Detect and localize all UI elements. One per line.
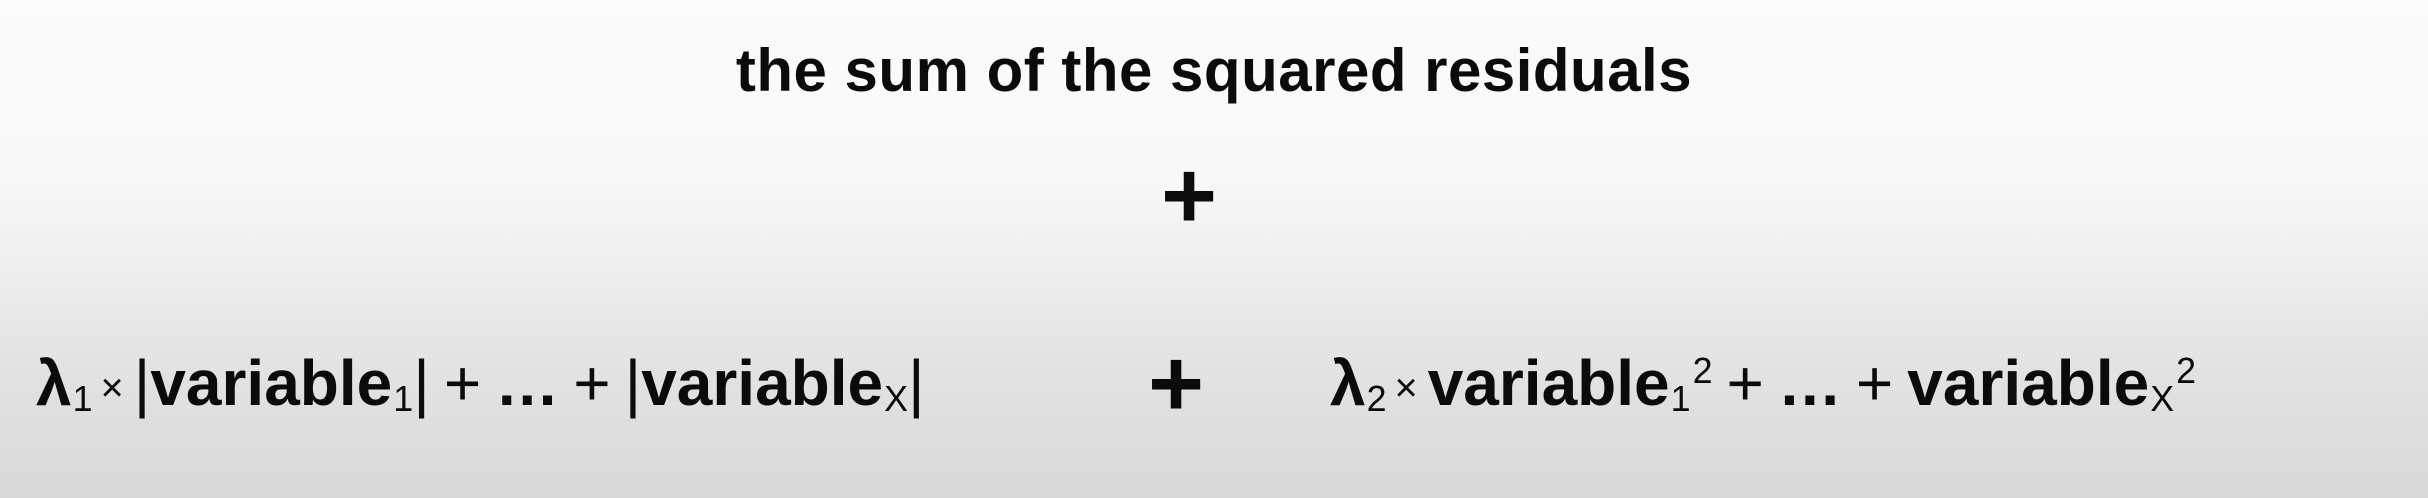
variable-last: variable xyxy=(641,347,884,419)
lambda-subscript: 2 xyxy=(1366,379,1387,420)
variable-first-exponent: 2 xyxy=(1692,350,1713,391)
variable-first: variable xyxy=(150,347,393,419)
lasso-penalty-term: λ1 × |variable1| +… + |variableX| xyxy=(36,346,925,420)
plus-sign-center: + xyxy=(1160,142,1218,249)
plus-operator: + xyxy=(1726,347,1764,419)
lambda-symbol: λ xyxy=(36,347,72,419)
plus-operator: + xyxy=(573,347,611,419)
ellipsis: … xyxy=(1777,347,1842,419)
abs-bar-right: | xyxy=(413,347,430,419)
heading-sum-squared-residuals: the sum of the squared residuals xyxy=(735,37,1693,104)
abs-bar-left: | xyxy=(624,347,642,419)
variable-first: variable xyxy=(1427,347,1670,419)
variable-first-subscript: 1 xyxy=(1670,379,1691,420)
variable-first-subscript: 1 xyxy=(393,379,414,420)
lambda-symbol: λ xyxy=(1330,347,1366,419)
ridge-penalty-term: λ2 × variable12 +… + variableX2 xyxy=(1330,346,2196,420)
abs-bar-right: | xyxy=(908,347,925,419)
variable-last-subscript: X xyxy=(884,379,909,420)
plus-operator: + xyxy=(443,347,482,419)
slide: { "heading": "the sum of the squared res… xyxy=(0,0,2428,498)
times-sign: × xyxy=(100,366,124,411)
plus-operator: + xyxy=(1855,347,1894,419)
variable-last-subscript: X xyxy=(2150,379,2175,420)
variable-last: variable xyxy=(1907,347,2150,419)
abs-bar-left: | xyxy=(133,347,151,419)
plus-sign-join: + xyxy=(1148,330,1205,437)
variable-last-exponent: 2 xyxy=(2176,350,2197,391)
times-sign: × xyxy=(1394,366,1418,411)
ellipsis: … xyxy=(495,347,560,419)
lambda-subscript: 1 xyxy=(72,379,93,420)
